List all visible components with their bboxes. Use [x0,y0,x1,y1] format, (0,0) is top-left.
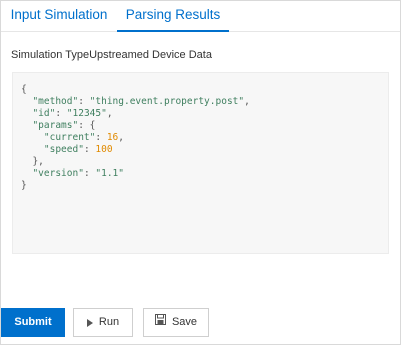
save-button[interactable]: Save [143,308,209,337]
tab-bar: Input Simulation Parsing Results [1,1,400,32]
parsing-panel: Input Simulation Parsing Results Simulat… [0,0,401,345]
tab-parsing-results[interactable]: Parsing Results [117,1,229,32]
code-key-version: "version" [32,168,84,179]
save-icon [154,309,166,336]
code-key-params: "params" [32,120,79,131]
tab-input-simulation[interactable]: Input Simulation [1,1,117,32]
code-line-3: "id": "12345", [32,108,113,119]
simulation-type-value: Upstreamed Device Data [89,49,212,61]
code-key-speed: "speed" [43,144,84,155]
code-viewer[interactable]: { "method": "thing.event.property.post",… [12,72,389,254]
code-line-7: }, [21,156,44,168]
code-key-id: "id" [32,108,56,119]
code-line-9: } [21,180,27,192]
code-close-params: }, [32,156,44,167]
code-val-method: "thing.event.property.post" [89,96,245,107]
run-label: Run [98,316,120,328]
code-val-version: "1.1" [95,168,124,179]
code-key-method: "method" [32,96,79,107]
code-line-8: "version": "1.1" [32,168,124,179]
code-line-6: "speed": 100 [43,144,113,155]
code-line-1: { [21,84,27,96]
code-line-5: "current": 16, [43,132,125,143]
code-val-current: 16 [106,132,119,143]
code-val-id: "12345" [66,108,107,119]
run-button[interactable]: Run [73,308,133,337]
code-line-2: "method": "thing.event.property.post", [32,96,250,107]
submit-label: Submit [14,316,52,328]
code-key-current: "current" [43,132,96,143]
submit-button[interactable]: Submit [1,308,65,337]
code-line-4: "params": { [32,120,96,131]
code-val-speed: 100 [95,144,113,155]
code-close-brace: } [21,180,27,191]
save-label: Save [171,316,198,328]
play-icon [86,318,93,327]
simulation-type: Simulation TypeUpstreamed Device Data [11,49,212,61]
code-open-brace: { [21,84,27,95]
simulation-type-label: Simulation Type [11,49,90,61]
